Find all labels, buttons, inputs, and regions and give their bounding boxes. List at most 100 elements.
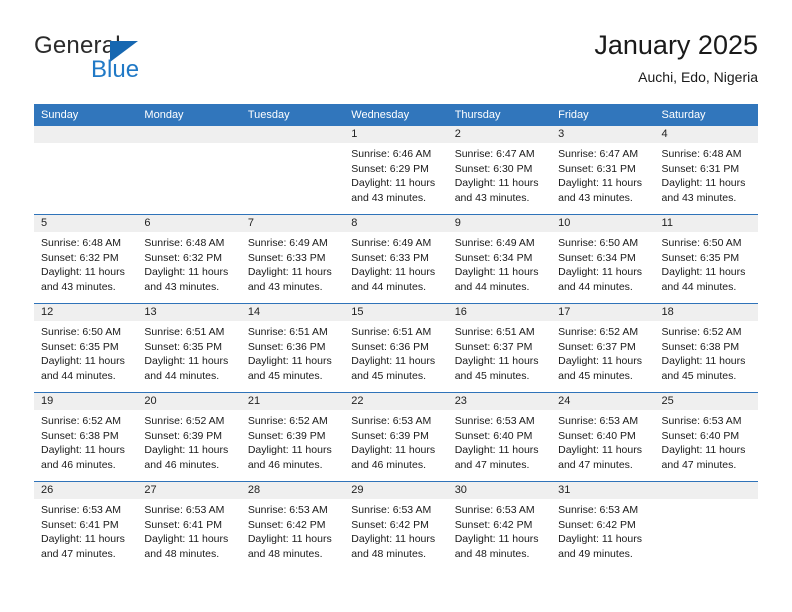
day-cell[interactable]: 5 Sunrise: 6:48 AM Sunset: 6:32 PM Dayli… — [34, 215, 138, 303]
day-cell[interactable]: 13 Sunrise: 6:51 AM Sunset: 6:35 PM Dayl… — [137, 304, 241, 392]
day-number: 25 — [654, 393, 758, 410]
sunrise-line: Sunrise: 6:51 AM — [454, 326, 535, 338]
day-cell[interactable]: 15 Sunrise: 6:51 AM Sunset: 6:36 PM Dayl… — [344, 304, 448, 392]
sunrise-line: Sunrise: 6:49 AM — [351, 237, 432, 249]
day-cell[interactable]: 6 Sunrise: 6:48 AM Sunset: 6:32 PM Dayli… — [137, 215, 241, 303]
daylight-line-2: and 43 minutes. — [454, 191, 530, 204]
day-cell[interactable]: 27 Sunrise: 6:53 AM Sunset: 6:41 PM Dayl… — [137, 482, 241, 570]
day-cell[interactable]: 23 Sunrise: 6:53 AM Sunset: 6:40 PM Dayl… — [447, 393, 552, 481]
sunrise-line: Sunrise: 6:53 AM — [558, 504, 639, 516]
sunset-line: Sunset: 6:38 PM — [41, 429, 119, 442]
calendar-grid: Sunday Monday Tuesday Wednesday Thursday… — [34, 104, 758, 570]
sunrise-line: Sunrise: 6:52 AM — [144, 415, 225, 427]
day-number: 11 — [654, 215, 758, 232]
daylight-line-1: Daylight: 11 hours — [661, 177, 746, 189]
day-details: Sunrise: 6:47 AM Sunset: 6:31 PM Dayligh… — [551, 143, 654, 205]
week-row: 26 Sunrise: 6:53 AM Sunset: 6:41 PM Dayl… — [34, 481, 758, 570]
day-number — [654, 482, 758, 499]
week-row: 12 Sunrise: 6:50 AM Sunset: 6:35 PM Dayl… — [34, 303, 758, 392]
day-cell[interactable]: 21 Sunrise: 6:52 AM Sunset: 6:39 PM Dayl… — [240, 393, 345, 481]
sunrise-line: Sunrise: 6:53 AM — [41, 504, 121, 516]
day-cell[interactable]: 3 Sunrise: 6:47 AM Sunset: 6:31 PM Dayli… — [551, 126, 655, 214]
daylight-line-1: Daylight: 11 hours — [351, 444, 436, 456]
daylight-line-2: and 43 minutes. — [661, 191, 737, 204]
day-cell[interactable] — [240, 126, 345, 214]
sunrise-line: Sunrise: 6:48 AM — [41, 237, 121, 249]
day-details: Sunrise: 6:52 AM Sunset: 6:37 PM Dayligh… — [551, 321, 654, 383]
day-number: 17 — [551, 304, 655, 321]
sunrise-line: Sunrise: 6:52 AM — [41, 415, 121, 427]
day-cell[interactable]: 2 Sunrise: 6:47 AM Sunset: 6:30 PM Dayli… — [447, 126, 552, 214]
daylight-line-2: and 43 minutes. — [558, 191, 633, 204]
logo-text-blue: Blue — [91, 56, 140, 83]
daylight-line-1: Daylight: 11 hours — [41, 533, 125, 545]
sunrise-line: Sunrise: 6:52 AM — [661, 326, 742, 338]
day-number: 21 — [240, 393, 345, 410]
day-number: 10 — [551, 215, 655, 232]
daylight-line-1: Daylight: 11 hours — [558, 177, 642, 189]
day-cell[interactable]: 19 Sunrise: 6:52 AM Sunset: 6:38 PM Dayl… — [34, 393, 138, 481]
day-cell[interactable]: 20 Sunrise: 6:52 AM Sunset: 6:39 PM Dayl… — [137, 393, 241, 481]
sunrise-line: Sunrise: 6:53 AM — [454, 504, 535, 516]
day-number: 15 — [344, 304, 448, 321]
daylight-line-2: and 43 minutes. — [247, 280, 323, 293]
day-number: 16 — [447, 304, 552, 321]
sunrise-line: Sunrise: 6:50 AM — [661, 237, 742, 249]
day-cell[interactable]: 14 Sunrise: 6:51 AM Sunset: 6:36 PM Dayl… — [240, 304, 345, 392]
day-cell[interactable]: 16 Sunrise: 6:51 AM Sunset: 6:37 PM Dayl… — [447, 304, 552, 392]
day-details: Sunrise: 6:49 AM Sunset: 6:34 PM Dayligh… — [448, 232, 551, 294]
day-number: 12 — [34, 304, 138, 321]
day-cell[interactable]: 4 Sunrise: 6:48 AM Sunset: 6:31 PM Dayli… — [654, 126, 758, 214]
day-cell[interactable]: 17 Sunrise: 6:52 AM Sunset: 6:37 PM Dayl… — [551, 304, 655, 392]
day-cell[interactable]: 24 Sunrise: 6:53 AM Sunset: 6:40 PM Dayl… — [551, 393, 655, 481]
sunrise-line: Sunrise: 6:53 AM — [247, 504, 328, 516]
day-cell[interactable]: 7 Sunrise: 6:49 AM Sunset: 6:33 PM Dayli… — [240, 215, 345, 303]
sunrise-line: Sunrise: 6:48 AM — [661, 148, 742, 160]
day-cell[interactable] — [34, 126, 138, 214]
weekday-header-sunday: Sunday — [41, 109, 79, 121]
day-number: 22 — [344, 393, 448, 410]
daylight-line-2: and 48 minutes. — [454, 547, 530, 560]
daylight-line-2: and 46 minutes. — [41, 458, 116, 471]
day-cell[interactable]: 22 Sunrise: 6:53 AM Sunset: 6:39 PM Dayl… — [344, 393, 448, 481]
daylight-line-2: and 47 minutes. — [558, 458, 633, 471]
day-cell[interactable]: 1 Sunrise: 6:46 AM Sunset: 6:29 PM Dayli… — [344, 126, 448, 214]
day-cell[interactable]: 30 Sunrise: 6:53 AM Sunset: 6:42 PM Dayl… — [447, 482, 552, 570]
day-number: 27 — [137, 482, 241, 499]
daylight-line-2: and 43 minutes. — [41, 280, 116, 293]
day-number: 8 — [344, 215, 448, 232]
daylight-line-2: and 44 minutes. — [41, 369, 116, 382]
day-cell[interactable]: 10 Sunrise: 6:50 AM Sunset: 6:34 PM Dayl… — [551, 215, 655, 303]
sunrise-line: Sunrise: 6:53 AM — [558, 415, 639, 427]
general-blue-logo[interactable]: General Blue — [34, 32, 264, 94]
daylight-line-1: Daylight: 11 hours — [41, 355, 125, 367]
day-details: Sunrise: 6:53 AM Sunset: 6:42 PM Dayligh… — [448, 499, 551, 561]
day-cell[interactable]: 26 Sunrise: 6:53 AM Sunset: 6:41 PM Dayl… — [34, 482, 138, 570]
sunset-line: Sunset: 6:36 PM — [247, 340, 326, 353]
day-cell[interactable]: 12 Sunrise: 6:50 AM Sunset: 6:35 PM Dayl… — [34, 304, 138, 392]
day-number: 20 — [137, 393, 241, 410]
day-cell[interactable] — [137, 126, 241, 214]
weekday-header-friday: Friday — [558, 109, 589, 121]
day-cell[interactable]: 9 Sunrise: 6:49 AM Sunset: 6:34 PM Dayli… — [447, 215, 552, 303]
day-cell[interactable]: 31 Sunrise: 6:53 AM Sunset: 6:42 PM Dayl… — [551, 482, 655, 570]
sunrise-line: Sunrise: 6:53 AM — [351, 504, 432, 516]
sunset-line: Sunset: 6:31 PM — [558, 162, 636, 175]
day-number: 18 — [654, 304, 758, 321]
day-details: Sunrise: 6:52 AM Sunset: 6:39 PM Dayligh… — [137, 410, 240, 472]
sunset-line: Sunset: 6:34 PM — [558, 251, 636, 264]
day-cell[interactable]: 11 Sunrise: 6:50 AM Sunset: 6:35 PM Dayl… — [654, 215, 758, 303]
day-cell[interactable]: 28 Sunrise: 6:53 AM Sunset: 6:42 PM Dayl… — [240, 482, 345, 570]
day-cell[interactable]: 25 Sunrise: 6:53 AM Sunset: 6:40 PM Dayl… — [654, 393, 758, 481]
day-details: Sunrise: 6:47 AM Sunset: 6:30 PM Dayligh… — [448, 143, 551, 205]
day-cell[interactable]: 8 Sunrise: 6:49 AM Sunset: 6:33 PM Dayli… — [344, 215, 448, 303]
day-cell[interactable]: 18 Sunrise: 6:52 AM Sunset: 6:38 PM Dayl… — [654, 304, 758, 392]
daylight-line-1: Daylight: 11 hours — [351, 177, 436, 189]
day-details: Sunrise: 6:52 AM Sunset: 6:38 PM Dayligh… — [34, 410, 137, 472]
sunset-line: Sunset: 6:37 PM — [454, 340, 533, 353]
sunrise-line: Sunrise: 6:51 AM — [351, 326, 432, 338]
day-cell[interactable]: 29 Sunrise: 6:53 AM Sunset: 6:42 PM Dayl… — [344, 482, 448, 570]
day-details: Sunrise: 6:53 AM Sunset: 6:42 PM Dayligh… — [344, 499, 447, 561]
day-cell[interactable] — [654, 482, 758, 570]
daylight-line-2: and 44 minutes. — [558, 280, 633, 293]
